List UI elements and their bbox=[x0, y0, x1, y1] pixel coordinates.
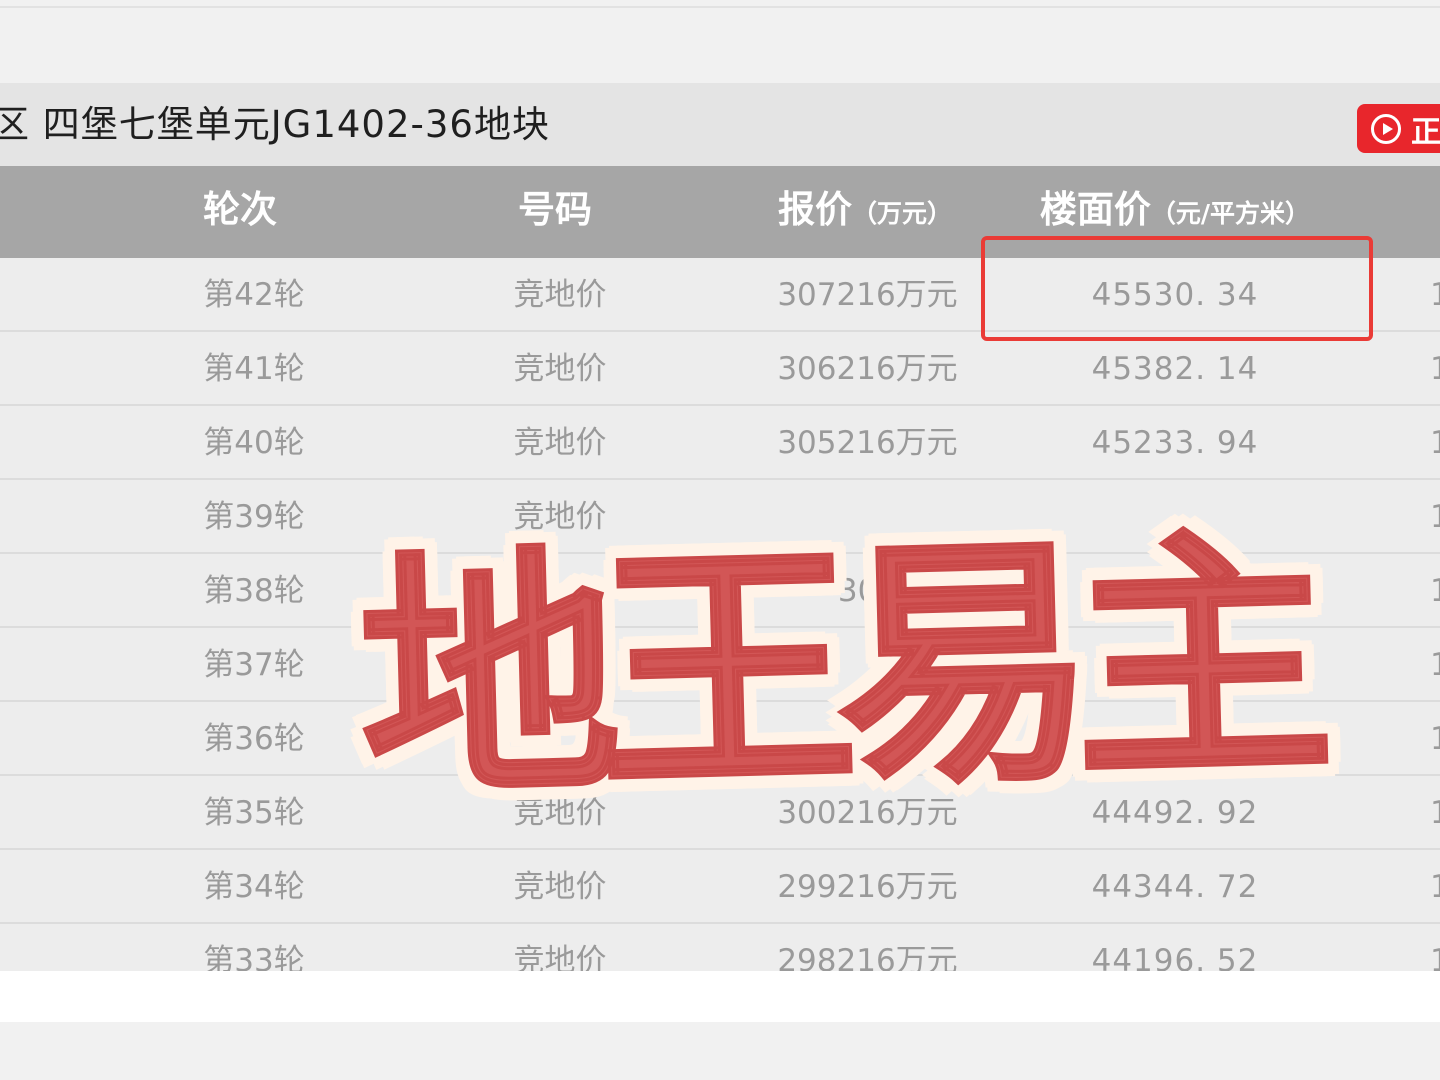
type-cell: 竞地价 bbox=[513, 869, 607, 905]
extra-cell: 1 bbox=[1430, 869, 1440, 905]
bottom-white-band bbox=[0, 971, 1440, 1022]
floor-price-cell: 44344. 72 bbox=[1091, 869, 1259, 905]
extra-cell: 1 bbox=[1430, 795, 1440, 831]
top-divider bbox=[0, 6, 1440, 8]
type-cell: 竞地价 bbox=[513, 943, 607, 971]
highlight-box bbox=[981, 236, 1373, 341]
header-price-label: 报价 bbox=[777, 188, 852, 231]
overlay-banner: 地王易主 bbox=[354, 505, 1317, 835]
header-number: 号码 bbox=[455, 166, 655, 258]
table-row: 第41轮 竞地价 306216万元 45382. 14 1 bbox=[0, 332, 1440, 406]
price-cell: 307216万元 bbox=[777, 277, 958, 313]
header-round-label: 轮次 bbox=[203, 188, 277, 231]
title-bar: 区 四堡七堡单元JG1402-36地块 bbox=[0, 83, 1440, 166]
type-cell: 竞地价 bbox=[513, 277, 607, 313]
extra-cell: 1 bbox=[1430, 647, 1440, 683]
top-band bbox=[0, 0, 1440, 83]
header-round: 轮次 bbox=[140, 166, 340, 258]
header-floor-price-unit: （元/平方米） bbox=[1150, 199, 1311, 228]
round-cell: 第35轮 bbox=[203, 795, 305, 831]
round-cell: 第39轮 bbox=[203, 499, 305, 535]
table-row: 第34轮 竞地价 299216万元 44344. 72 1 bbox=[0, 850, 1440, 924]
round-cell: 第34轮 bbox=[203, 869, 305, 905]
header-number-label: 号码 bbox=[518, 188, 592, 231]
extra-cell: 1 bbox=[1430, 721, 1440, 757]
extra-cell: 1 bbox=[1430, 277, 1440, 313]
extra-cell: 1 bbox=[1430, 351, 1440, 387]
price-cell: 298216万元 bbox=[777, 943, 958, 971]
floor-price-cell: 45382. 14 bbox=[1091, 351, 1259, 387]
extra-cell: 1 bbox=[1430, 425, 1440, 461]
round-cell: 第38轮 bbox=[203, 573, 305, 609]
price-cell: 306216万元 bbox=[777, 351, 958, 387]
header-price: 报价（万元） bbox=[740, 166, 990, 258]
round-cell: 第41轮 bbox=[203, 351, 305, 387]
table-row: 第33轮 竞地价 298216万元 44196. 52 1 bbox=[0, 924, 1440, 971]
round-cell: 第40轮 bbox=[203, 425, 305, 461]
live-button-label: 正 bbox=[1411, 114, 1440, 150]
extra-cell: 1 bbox=[1430, 573, 1440, 609]
play-circle-icon bbox=[1371, 113, 1401, 144]
round-cell: 第37轮 bbox=[203, 647, 305, 683]
type-cell: 竞地价 bbox=[513, 351, 607, 387]
extra-cell: 1 bbox=[1430, 499, 1440, 535]
round-cell: 第33轮 bbox=[203, 943, 305, 971]
live-button[interactable]: 正 bbox=[1357, 104, 1440, 153]
round-cell: 第42轮 bbox=[203, 277, 305, 313]
price-cell: 299216万元 bbox=[777, 869, 958, 905]
floor-price-cell: 44196. 52 bbox=[1091, 943, 1259, 971]
bottom-gray-band bbox=[0, 1022, 1440, 1080]
extra-cell: 1 bbox=[1430, 943, 1440, 971]
header-price-unit: （万元） bbox=[851, 199, 952, 228]
round-cell: 第36轮 bbox=[203, 721, 305, 757]
header-floor-price-label: 楼面价 bbox=[1039, 188, 1151, 231]
plot-title: 区 四堡七堡单元JG1402-36地块 bbox=[0, 103, 550, 146]
